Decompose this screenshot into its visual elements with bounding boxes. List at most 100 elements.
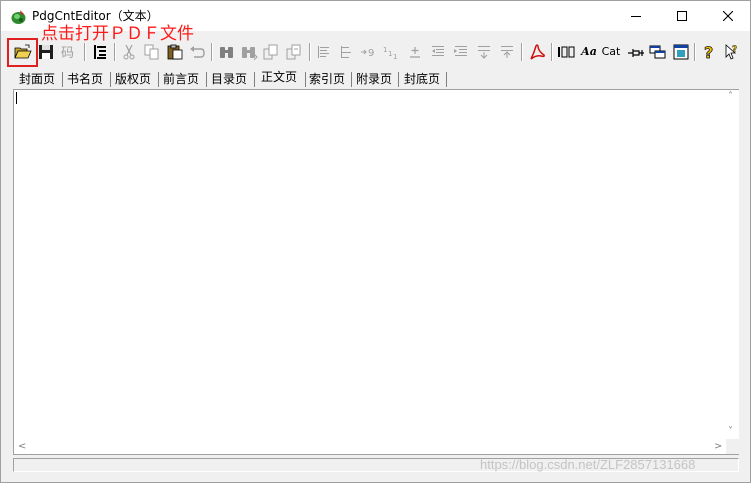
toolbar-separator <box>309 43 311 61</box>
outdent-icon <box>432 46 444 56</box>
find-icon <box>220 47 233 58</box>
outline-icon <box>94 45 106 59</box>
help-button[interactable]: ? <box>699 42 719 62</box>
cut-icon <box>123 44 135 60</box>
encode-icon: 码 <box>61 46 74 60</box>
tab-separator <box>254 72 255 87</box>
window-title: PdgCntEditor（文本） <box>32 9 159 23</box>
svg-text:?: ? <box>704 43 713 61</box>
tab-copyright[interactable]: 版权页 <box>113 69 153 89</box>
paste-button[interactable] <box>165 42 185 62</box>
save-button[interactable] <box>36 42 56 62</box>
tab-appendix[interactable]: 附录页 <box>354 69 394 89</box>
save-icon <box>39 45 53 59</box>
page-range-icon <box>558 46 575 58</box>
toolbar-separator <box>521 43 523 61</box>
scroll-right-icon[interactable]: > <box>714 442 722 452</box>
tab-cover[interactable]: 封面页 <box>17 69 57 89</box>
scroll-left-icon[interactable]: < <box>18 442 26 452</box>
tab-separator <box>446 72 447 87</box>
tab-back-cover[interactable]: 封底页 <box>402 69 442 89</box>
close-button[interactable] <box>705 1 751 31</box>
page-range-button[interactable] <box>556 42 576 62</box>
window-button[interactable] <box>648 42 668 62</box>
toolbar-separator <box>211 43 213 61</box>
open-folder-icon <box>14 44 32 59</box>
undo-button[interactable] <box>187 42 207 62</box>
align-tree-button[interactable] <box>336 42 356 62</box>
pin-icon <box>628 49 644 57</box>
context-help-button[interactable]: ? <box>721 42 741 62</box>
svg-text:1: 1 <box>383 46 387 54</box>
copy-icon <box>144 44 159 60</box>
maximize-icon <box>677 11 687 21</box>
align-left-icon <box>318 46 329 58</box>
find-next-button[interactable] <box>239 42 259 62</box>
svg-text:1: 1 <box>388 50 392 58</box>
replace-button[interactable] <box>261 42 281 62</box>
tab-separator <box>351 72 352 87</box>
svg-text:?: ? <box>732 45 737 55</box>
find-button[interactable] <box>217 42 237 62</box>
copy-button[interactable] <box>142 42 162 62</box>
tab-title-page[interactable]: 书名页 <box>65 69 105 89</box>
toolbar-separator <box>114 43 116 61</box>
level-plus-minus-button[interactable] <box>405 42 425 62</box>
tab-separator <box>62 72 63 87</box>
outline-button[interactable] <box>90 42 110 62</box>
indent-icon <box>454 46 467 56</box>
move-up-icon <box>501 46 513 58</box>
tab-separator <box>110 72 111 87</box>
pdf-button[interactable] <box>527 42 547 62</box>
replace-icon <box>263 44 278 60</box>
toolbar-separator <box>84 43 86 61</box>
cut-button[interactable] <box>119 42 139 62</box>
toolbar-separator <box>551 43 553 61</box>
maximize-button[interactable] <box>659 1 705 31</box>
scrollbar-corner <box>726 439 739 454</box>
tab-preface[interactable]: 前言页 <box>161 69 201 89</box>
replace-next-icon <box>286 44 301 60</box>
indent-number-button[interactable]: 9 <box>359 42 379 62</box>
watermark: https://blog.csdn.net/ZLF2857131668 <box>480 457 696 472</box>
replace-next-button[interactable] <box>284 42 304 62</box>
outdent-button[interactable] <box>428 42 448 62</box>
tab-index[interactable]: 索引页 <box>307 69 347 89</box>
open-button[interactable] <box>13 42 33 62</box>
vertical-scrollbar[interactable]: ˄ ˅ <box>726 90 739 439</box>
app-logo-icon <box>11 10 26 24</box>
level-plus-minus-icon <box>410 47 420 58</box>
close-icon <box>723 11 733 21</box>
indent-button[interactable] <box>451 42 471 62</box>
horizontal-scrollbar[interactable]: < > <box>14 439 726 454</box>
tab-separator <box>398 72 399 87</box>
tab-contents[interactable]: 目录页 <box>209 69 249 89</box>
paste-icon <box>167 44 183 60</box>
tab-body[interactable]: 正文页 <box>259 67 299 87</box>
numbering-icon: 1 1 1 <box>383 46 397 60</box>
text-editor[interactable]: ˄ ˅ < > <box>13 89 739 455</box>
encode-button[interactable]: 码 <box>59 42 79 62</box>
align-tree-icon <box>341 46 351 58</box>
find-next-icon <box>242 47 258 60</box>
numbering-button[interactable]: 1 1 1 <box>382 42 402 62</box>
pdf-icon <box>530 44 545 60</box>
scroll-down-icon[interactable]: ˅ <box>728 427 733 437</box>
tab-separator <box>206 72 207 87</box>
indent-number-icon: 9 <box>361 48 374 59</box>
tab-separator <box>158 72 159 87</box>
export-button[interactable] <box>671 42 691 62</box>
scroll-up-icon[interactable]: ˄ <box>728 92 733 102</box>
align-left-button[interactable] <box>314 42 334 62</box>
undo-icon <box>190 46 205 58</box>
minimize-icon <box>631 16 641 17</box>
app-window: PdgCntEditor（文本） 码 9 1 1 1 Aa Cat ? ? 封面… <box>0 0 751 483</box>
minimize-button[interactable] <box>613 1 659 31</box>
pin-button[interactable] <box>626 42 646 62</box>
move-up-button[interactable] <box>497 42 517 62</box>
svg-text:1: 1 <box>393 53 397 60</box>
font-button[interactable]: Aa <box>579 42 599 62</box>
catalog-button[interactable]: Cat <box>601 42 621 62</box>
move-down-icon <box>478 46 490 59</box>
move-down-button[interactable] <box>474 42 494 62</box>
